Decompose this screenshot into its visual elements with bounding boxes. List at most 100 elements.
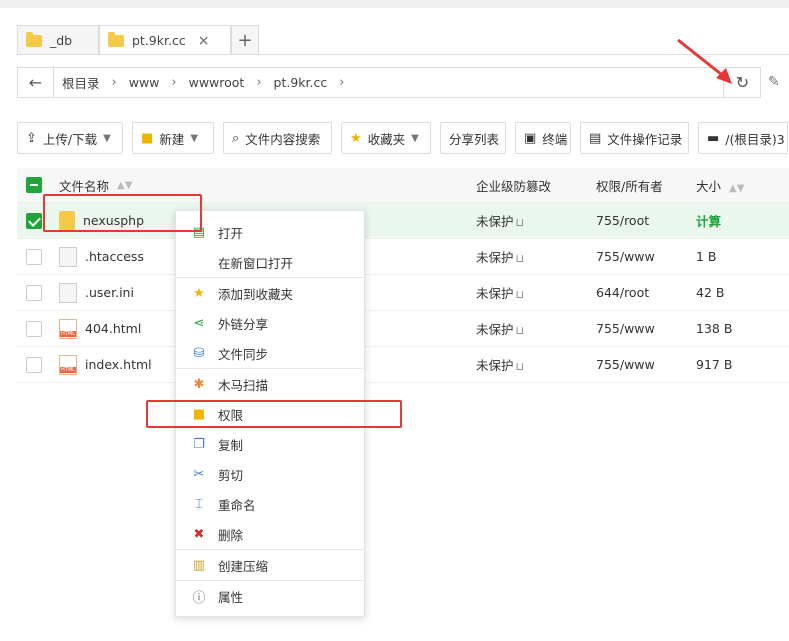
row-checkbox[interactable] — [26, 320, 42, 337]
edit-icon[interactable]: ✎ — [768, 74, 780, 90]
chevron-down-icon: ▼ — [190, 132, 199, 144]
col-size[interactable]: 大小 ▲▼ — [696, 176, 766, 195]
menu-label: 打开 — [218, 225, 244, 241]
tab-bar: _db pt.9kr.cc × + — [17, 25, 259, 55]
perm-cell[interactable]: 755/www — [596, 321, 696, 336]
menu-label: 外链分享 — [218, 316, 269, 332]
menu-label: 属性 — [218, 589, 244, 605]
top-strip — [0, 0, 789, 8]
sync-icon: ⛁ — [193, 345, 205, 361]
new-button[interactable]: ■ 新建 ▼ — [132, 122, 214, 154]
protect-cell[interactable]: 未保护 ⊔ — [476, 247, 596, 266]
tab-db[interactable]: _db — [17, 25, 99, 55]
op-log-label: 文件操作记录 — [607, 131, 683, 147]
table-row[interactable]: index.html 未保护⊔ 755/www 917 B — [17, 347, 789, 383]
menu-rename[interactable]: ⌶ 重命名 — [176, 489, 364, 519]
search-label: 文件内容搜索 — [245, 131, 321, 147]
protect-cell[interactable]: 未保护 ⊔ — [476, 211, 596, 230]
perm-cell[interactable]: 755/root — [596, 213, 696, 228]
select-all-checkbox[interactable] — [26, 177, 42, 193]
share-list-button[interactable]: 分享列表 — [440, 122, 506, 154]
col-name-label: 文件名称 — [59, 178, 110, 194]
close-icon[interactable]: × — [198, 33, 210, 49]
unlock-icon: ⊔ — [515, 360, 525, 373]
row-checkbox[interactable] — [26, 284, 42, 301]
menu-file-sync[interactable]: ⛁ 文件同步 — [176, 338, 364, 368]
document-icon — [59, 246, 77, 267]
search-icon: ⌕ — [232, 130, 240, 146]
favorites-button[interactable]: ★ 收藏夹 ▼ — [341, 122, 431, 154]
new-label: 新建 — [159, 131, 185, 147]
menu-create-zip[interactable]: ▥ 创建压缩 — [176, 550, 364, 580]
info-icon: ⓘ — [192, 590, 206, 606]
crumb-site[interactable]: pt.9kr.cc › — [274, 73, 357, 92]
file-name: .user.ini — [85, 285, 134, 300]
sort-icon: ▲▼ — [117, 179, 133, 191]
protect-cell[interactable]: 未保护 ⊔ — [476, 319, 596, 338]
protect-text: 未保护 — [476, 214, 514, 229]
zip-icon: ▥ — [192, 557, 206, 573]
menu-delete[interactable]: ✖ 删除 — [176, 519, 364, 549]
menu-trojan-scan[interactable]: ✱ 木马扫描 — [176, 369, 364, 399]
col-name[interactable]: 文件名称 ▲▼ — [59, 176, 476, 195]
crumb-www[interactable]: www › — [129, 73, 189, 92]
scissors-icon: ✂ — [193, 466, 205, 482]
menu-add-favorite[interactable]: ★ 添加到收藏夹 — [176, 278, 364, 308]
row-checkbox[interactable] — [26, 356, 42, 373]
menu-cut[interactable]: ✂ 剪切 — [176, 459, 364, 489]
menu-open[interactable]: ▤ 打开 — [176, 217, 364, 247]
chevron-down-icon: ▼ — [103, 132, 111, 144]
terminal-button[interactable]: ▣ 终端 — [515, 122, 571, 154]
protect-text: 未保护 — [476, 322, 514, 337]
unlock-icon: ⊔ — [515, 216, 525, 229]
row-checkbox[interactable] — [26, 212, 42, 229]
sort-icon: ▲▼ — [729, 182, 745, 194]
menu-properties[interactable]: ⓘ 属性 — [176, 581, 364, 611]
row-checkbox[interactable] — [26, 248, 42, 265]
red-arrow-annotation — [677, 38, 732, 84]
table-row[interactable]: 404.html 未保护⊔ 755/www 138 B — [17, 311, 789, 347]
protect-text: 未保护 — [476, 358, 514, 373]
share-icon: ⋖ — [193, 315, 205, 331]
upload-download-button[interactable]: ⇪ 上传/下载 ▼ — [17, 122, 123, 154]
html-file-icon — [59, 354, 77, 375]
perm-cell[interactable]: 755/www — [596, 249, 696, 264]
unlock-icon: ⊔ — [515, 288, 525, 301]
table-row[interactable]: .user.ini 未保护 ⊔ 644/root 42 B — [17, 275, 789, 311]
protect-cell[interactable]: 未保护 ⊔ — [476, 355, 596, 374]
menu-share-link[interactable]: ⋖ 外链分享 — [176, 308, 364, 338]
content-search-button[interactable]: ⌕ 文件内容搜索 — [223, 122, 332, 154]
back-button[interactable]: ← — [18, 68, 54, 97]
crumb-root[interactable]: 根目录 › — [62, 73, 129, 92]
crumb-wwwroot[interactable]: wwwroot › — [189, 73, 274, 92]
perm-cell[interactable]: 755/www — [596, 357, 696, 372]
size-cell: 138 B — [696, 321, 733, 336]
tab-label: pt.9kr.cc — [132, 33, 186, 48]
table-row[interactable]: .htaccess 未保护 ⊔ 755/www 1 B — [17, 239, 789, 275]
file-name: .htaccess — [85, 249, 144, 264]
scan-icon: ✱ — [193, 376, 205, 392]
perm-cell[interactable]: 644/root — [596, 285, 696, 300]
add-tab-button[interactable]: + — [231, 25, 259, 55]
tab-pt9kr[interactable]: pt.9kr.cc × — [99, 25, 231, 55]
crumb-separator: › — [111, 75, 117, 90]
upload-label: 上传/下载 — [42, 131, 98, 147]
size-calc-link[interactable]: 计算 — [696, 211, 766, 230]
col-perm: 权限/所有者 — [596, 178, 663, 194]
new-folder-icon: ■ — [141, 130, 154, 146]
menu-copy[interactable]: ❐ 复制 — [176, 429, 364, 459]
toolbar: ⇪ 上传/下载 ▼ ■ 新建 ▼ ⌕ 文件内容搜索 ★ 收藏夹 ▼ 分享列表 ▣ 终端 ▤ 文件操… — [17, 122, 788, 154]
protect-text: 未保护 — [476, 286, 514, 301]
menu-open-new-window[interactable]: 在新窗口打开 — [176, 247, 364, 277]
crumb-label: 根目录 — [62, 76, 100, 91]
size-cell: 917 B — [696, 357, 733, 372]
protect-cell[interactable]: 未保护 ⊔ — [476, 283, 596, 302]
folder-icon — [26, 31, 42, 47]
col-protect: 企业级防篡改 — [476, 178, 552, 194]
folder-icon — [108, 31, 124, 47]
protect-text: 未保护 — [476, 250, 514, 265]
op-log-button[interactable]: ▤ 文件操作记录 — [580, 122, 689, 154]
disk-button[interactable]: ▬ /(根目录)3 — [698, 122, 788, 154]
menu-label: 复制 — [218, 437, 244, 453]
crumb-label: pt.9kr.cc — [273, 75, 328, 90]
